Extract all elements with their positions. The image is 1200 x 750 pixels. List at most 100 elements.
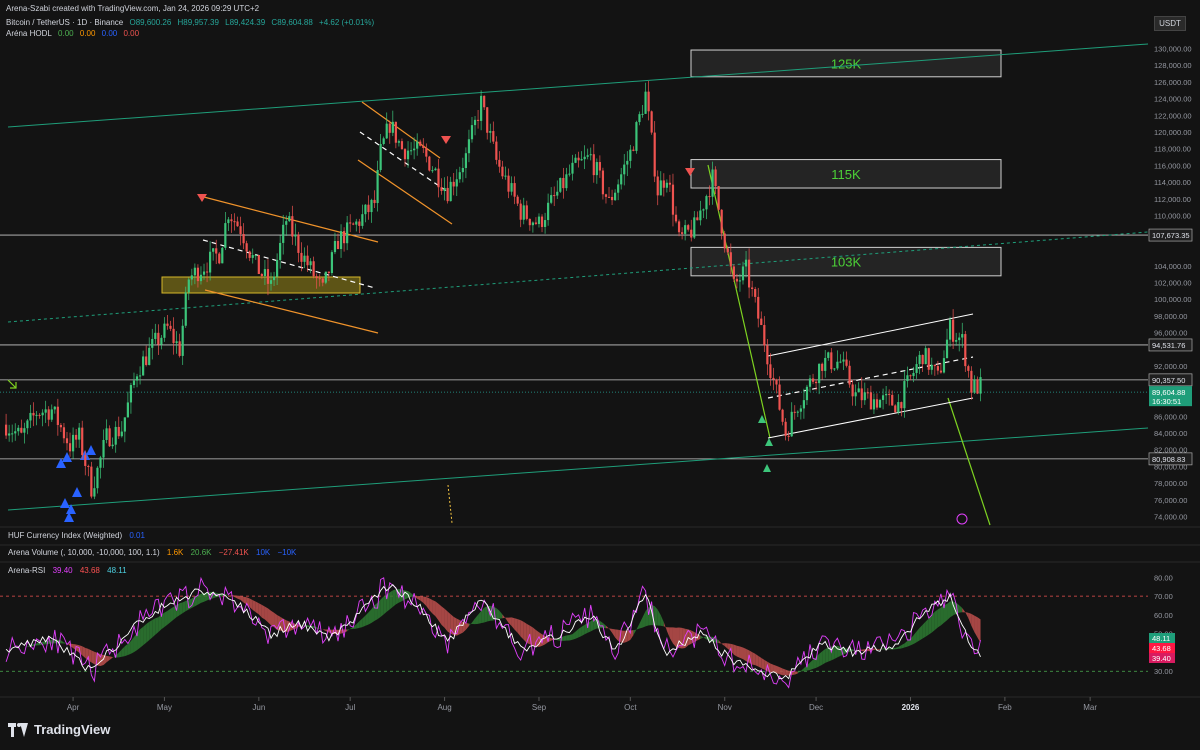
time-tick-label: Aug <box>437 703 451 712</box>
price-tick-label: 96,000.00 <box>1154 329 1187 338</box>
candle-body <box>334 241 336 252</box>
rsi-fill-segment <box>822 649 825 665</box>
huf-pane-label: HUF Currency Index (Weighted) 0.01 <box>8 531 150 540</box>
candle-body <box>209 252 211 273</box>
candle-body <box>276 260 278 277</box>
rsi-indicator-name[interactable]: Arena-RSI <box>8 566 45 575</box>
candle-body <box>559 178 561 192</box>
brand-name: TradingView <box>34 722 110 737</box>
time-tick-label: Dec <box>809 703 823 712</box>
candle-body <box>702 209 704 210</box>
countdown-label: 16:30:51 <box>1152 397 1181 406</box>
level-price-label: 90,357.50 <box>1152 376 1185 385</box>
price-tick-label: 126,000.00 <box>1154 78 1192 87</box>
candle-body <box>99 457 101 467</box>
indicator-name[interactable]: Aréna HODL <box>6 29 52 38</box>
rsi-fill-segment <box>591 619 594 631</box>
candle-body <box>364 205 366 214</box>
candle-body <box>200 275 202 281</box>
rsi-value-tag-label: 48.11 <box>1152 634 1170 643</box>
candle-body <box>358 222 360 226</box>
candle-body <box>380 144 382 170</box>
rsi-fill-segment <box>155 617 158 635</box>
candle-body <box>230 219 232 221</box>
candle-body <box>404 149 406 159</box>
level-price-label: 80,908.83 <box>1152 455 1185 464</box>
candle-body <box>294 235 296 237</box>
time-tick-label: Nov <box>718 703 732 712</box>
candle-body <box>398 141 400 143</box>
rsi-fill-segment <box>432 600 435 616</box>
candle-body <box>812 378 814 381</box>
rsi-fill-segment <box>375 603 378 621</box>
candle-body <box>267 269 269 284</box>
candle-body <box>736 279 738 282</box>
candle-body <box>212 248 214 251</box>
candle-body <box>973 379 975 392</box>
rsi-fill-segment <box>819 651 822 666</box>
candle-body <box>574 158 576 163</box>
candle-body <box>535 222 537 223</box>
candle-body <box>370 200 372 212</box>
candle-body <box>660 180 662 195</box>
candle-body <box>42 413 44 416</box>
candle-body <box>696 217 698 220</box>
candle-body <box>349 222 351 223</box>
currency-selector[interactable]: USDT <box>1154 16 1186 31</box>
candle-body <box>803 400 805 408</box>
volume-indicator-name[interactable]: Arena Volume (, 10,000, -10,000, 100, 1.… <box>8 548 160 557</box>
candle-body <box>456 179 458 186</box>
candle-body <box>249 251 251 257</box>
tradingview-brand[interactable]: TradingView <box>8 722 110 737</box>
volume-value-3: −27.41K <box>219 548 249 557</box>
candle-body <box>395 122 397 143</box>
huf-indicator-name[interactable]: HUF Currency Index (Weighted) <box>8 531 122 540</box>
price-tick-label: 122,000.00 <box>1154 111 1192 120</box>
rsi-pane-label: Arena-RSI 39.40 43.68 48.11 <box>8 566 132 575</box>
volume-value-1: 1.6K <box>167 548 183 557</box>
rsi-fill-segment <box>752 652 755 665</box>
candle-body <box>142 356 144 375</box>
candle-body <box>596 162 598 175</box>
candle-body <box>300 253 302 262</box>
candle-body <box>401 141 403 149</box>
candle-body <box>830 352 832 369</box>
chart-svg[interactable]: 125K115K103K 80.0070.0060.0050.0040.0030… <box>0 0 1200 745</box>
current-price-label: 89,604.88 <box>1152 388 1185 397</box>
candle-body <box>51 409 53 419</box>
price-tick-label: 84,000.00 <box>1154 429 1187 438</box>
candle-body <box>708 196 710 197</box>
candle-body <box>861 388 863 400</box>
candle-body <box>818 364 820 383</box>
candle-body <box>261 274 263 276</box>
candle-body <box>641 114 643 115</box>
candle-body <box>577 158 579 161</box>
candle-body <box>922 355 924 364</box>
candle-body <box>127 402 129 417</box>
candle-body <box>879 400 881 408</box>
symbol-name[interactable]: Bitcoin / TetherUS · 1D · Binance <box>6 18 123 27</box>
rsi-fill-segment <box>256 602 259 615</box>
candle-body <box>663 180 665 187</box>
target-zone-label: 115K <box>831 167 861 182</box>
candle-body <box>644 92 646 114</box>
rsi-fill-segment <box>405 591 408 600</box>
price-tick-label: 98,000.00 <box>1154 312 1187 321</box>
candle-body <box>809 378 811 386</box>
candle-body <box>218 254 220 264</box>
candle-body <box>651 111 653 132</box>
rsi-fill-segment <box>941 605 944 625</box>
candle-body <box>532 222 534 225</box>
candle-body <box>654 133 656 177</box>
candle-body <box>57 407 59 425</box>
candle-body <box>909 375 911 376</box>
time-tick-label: Mar <box>1083 703 1097 712</box>
candle-body <box>876 399 878 407</box>
candle-body <box>352 224 354 225</box>
created-by-text: Arena-Szabi created with TradingView.com… <box>6 4 259 13</box>
candle-body <box>885 394 887 395</box>
level-price-label: 107,673.35 <box>1152 231 1190 240</box>
rsi-fill-segment <box>737 646 740 658</box>
candle-body <box>443 188 445 191</box>
candle-body <box>416 142 418 149</box>
